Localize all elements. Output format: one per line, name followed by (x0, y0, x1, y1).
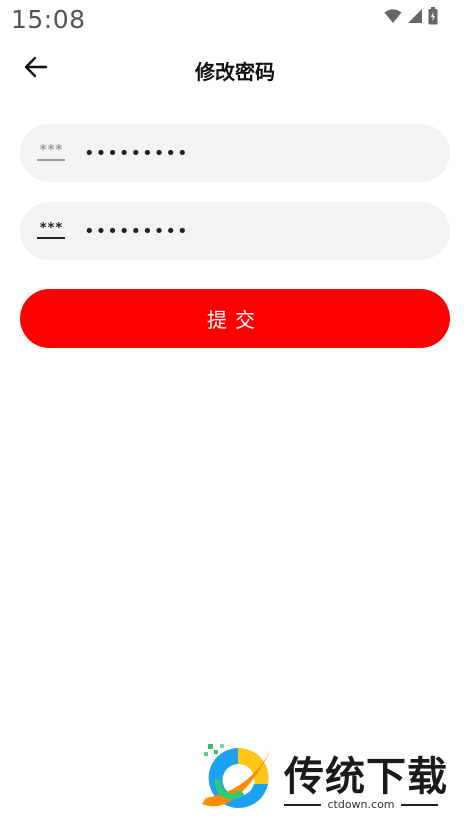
wifi-icon (384, 8, 402, 28)
new-password-input[interactable] (84, 220, 404, 242)
cellular-signal-icon (407, 8, 423, 28)
password-icon: *** (36, 220, 66, 242)
watermark-name: 传统下载 (284, 754, 448, 800)
watermark: 传统下载 ctdown.com (198, 738, 448, 818)
old-password-input[interactable] (84, 142, 404, 164)
site-logo (202, 744, 272, 808)
password-icon: *** (36, 142, 66, 164)
old-password-field[interactable]: *** (20, 124, 450, 182)
battery-charging-icon (428, 7, 438, 29)
app-bar: 修改密码 (0, 44, 470, 94)
watermark-site: ctdown.com (327, 798, 395, 811)
status-bar: 15:08 (0, 0, 470, 40)
submit-button[interactable]: 提交 (20, 289, 450, 348)
watermark-site-row: ctdown.com (284, 798, 438, 811)
page-title: 修改密码 (195, 60, 275, 84)
status-icons (384, 7, 438, 29)
new-password-field[interactable]: *** (20, 202, 450, 260)
status-time: 15:08 (11, 5, 86, 34)
